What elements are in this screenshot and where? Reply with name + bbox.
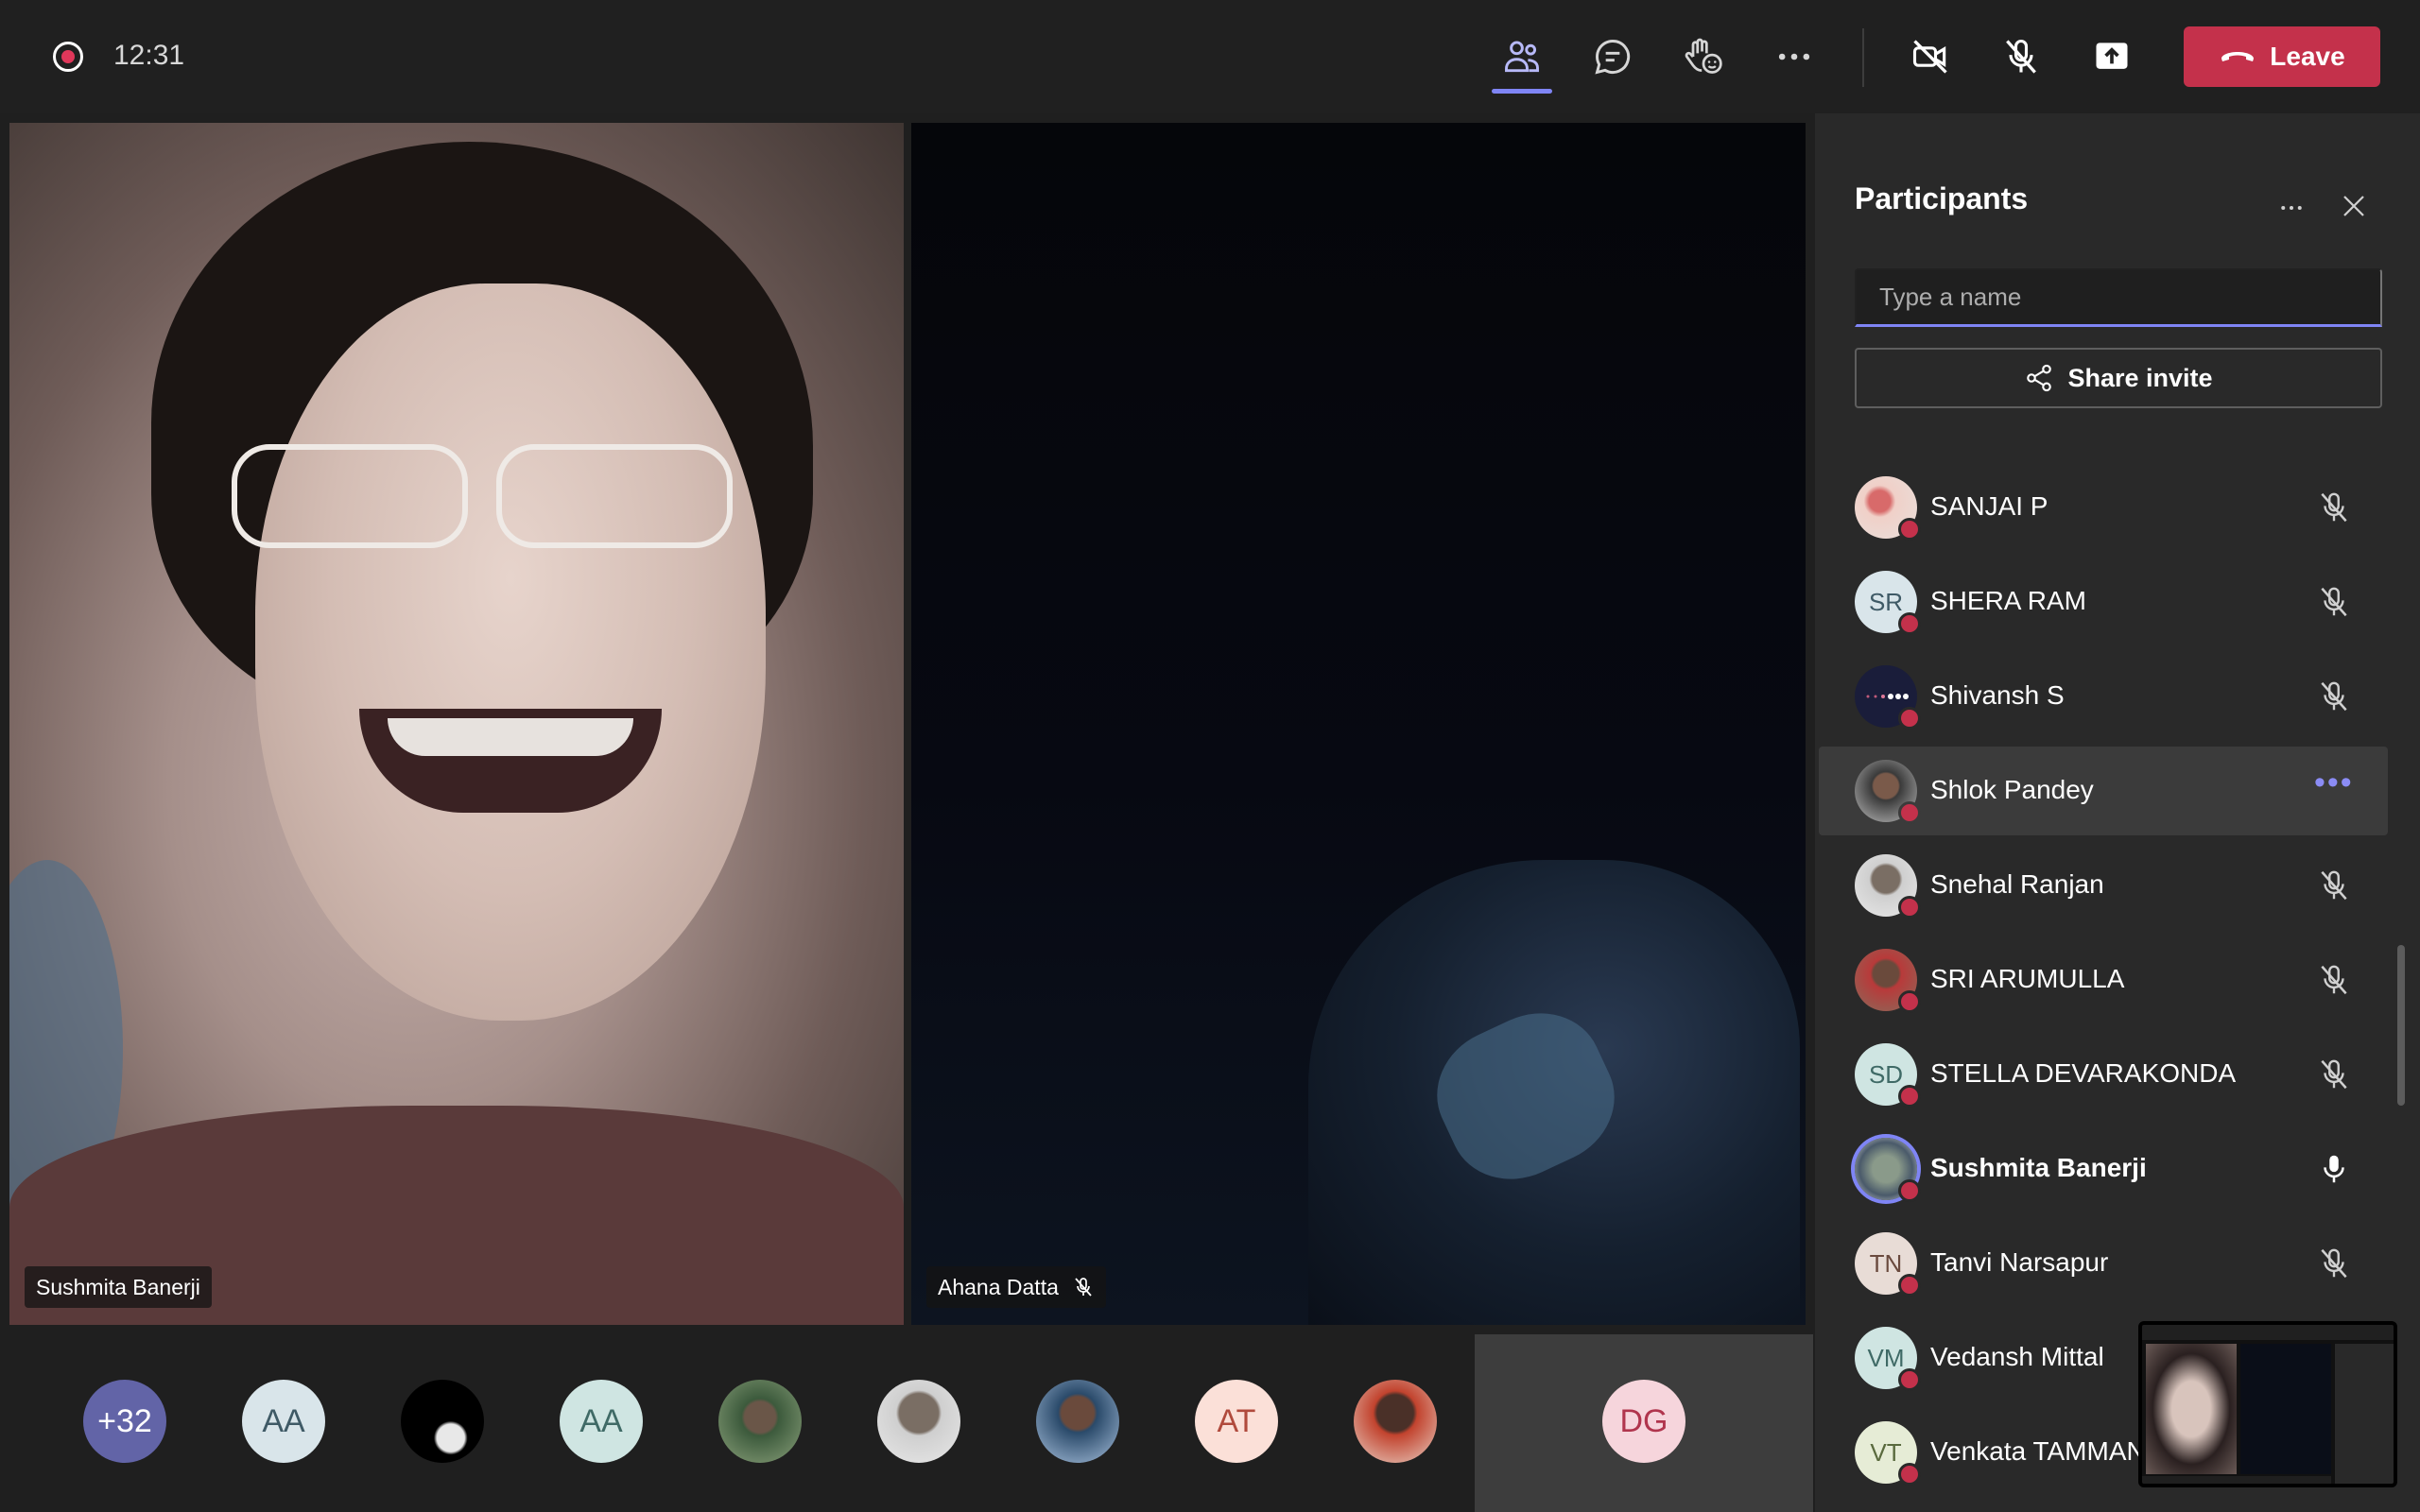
self-view-preview[interactable]: [2138, 1321, 2397, 1487]
avatar-initials[interactable]: AT: [1195, 1380, 1278, 1463]
video-name: Ahana Datta: [938, 1274, 1059, 1299]
video-name: Sushmita Banerji: [36, 1274, 200, 1299]
avatar-photo[interactable]: [718, 1380, 802, 1463]
participant-name: Sushmita Banerji: [1930, 1153, 2147, 1182]
glasses-right: [496, 444, 733, 548]
mini-topbar: [2142, 1325, 2394, 1340]
participant-name: Vedansh Mittal: [1930, 1342, 2104, 1371]
participant-name: SHERA RAM: [1930, 586, 2086, 615]
participant-name: Shivansh S: [1930, 680, 2065, 710]
avatar-initials[interactable]: AA: [560, 1380, 643, 1463]
leave-button[interactable]: Leave: [2184, 26, 2380, 87]
more-horizontal-icon: [1778, 53, 1810, 60]
status-badge: [1898, 801, 1921, 824]
participant-row[interactable]: TN Tanvi Narsapur: [1819, 1219, 2388, 1308]
participant-search-input[interactable]: [1855, 268, 2382, 327]
leave-label: Leave: [2270, 42, 2345, 71]
mic-off-icon: [2321, 965, 2347, 995]
avatar-photo[interactable]: [1036, 1380, 1119, 1463]
status-badge: [1898, 1085, 1921, 1108]
status-badge: [1898, 896, 1921, 919]
mini-video-1: [2146, 1344, 2237, 1474]
participants-button[interactable]: [1492, 28, 1552, 85]
mini-video-2: [2240, 1344, 2331, 1474]
participant-name: Venkata TAMMAN: [1930, 1436, 2146, 1466]
mic-off-icon: [2321, 1059, 2347, 1090]
people-icon: [1505, 41, 1539, 73]
participant-row[interactable]: Snehal Ranjan: [1819, 841, 2388, 930]
mic-off-icon: [2006, 39, 2036, 74]
participant-row[interactable]: SR SHERA RAM: [1819, 558, 2388, 646]
overflow-count-avatar[interactable]: +32: [83, 1380, 166, 1463]
participant-row[interactable]: SANJAI P: [1819, 463, 2388, 552]
mic-on-icon: [2324, 1155, 2344, 1183]
video-name-tag: Ahana Datta: [926, 1266, 1106, 1308]
status-badge: [1898, 1463, 1921, 1486]
panel-title: Participants: [1855, 181, 2029, 215]
close-icon: [2343, 196, 2364, 216]
toolbar-separator: [1862, 28, 1864, 87]
phone-hangup-icon: [2221, 52, 2255, 61]
video-teeth: [388, 718, 633, 756]
mic-off-icon: [2321, 681, 2347, 712]
chat-icon: [1595, 40, 1631, 75]
recording-icon: [53, 42, 83, 72]
mic-off-icon: [2321, 492, 2347, 523]
close-panel-button[interactable]: [2333, 185, 2375, 227]
video-tile-sushmita[interactable]: [9, 123, 904, 1325]
mic-off-icon: [2321, 870, 2347, 901]
share-invite-button[interactable]: Share invite: [1855, 348, 2382, 408]
chat-button[interactable]: [1582, 28, 1643, 85]
react-raise-hand-button[interactable]: [1673, 28, 1734, 85]
share-screen-icon: [2096, 43, 2128, 69]
mic-toggle-button[interactable]: [1991, 28, 2051, 85]
participant-name: Tanvi Narsapur: [1930, 1247, 2109, 1277]
participant-name: Snehal Ranjan: [1930, 869, 2104, 899]
mini-strip: [2142, 1476, 2331, 1484]
status-badge: [1898, 990, 1921, 1013]
status-badge: [1898, 1368, 1921, 1391]
camera-toggle-button[interactable]: [1900, 28, 1961, 85]
active-tab-indicator: [1492, 89, 1552, 94]
participant-row[interactable]: Shlok Pandey •••: [1819, 747, 2388, 835]
avatar-initials[interactable]: DG: [1602, 1380, 1685, 1463]
glasses-left: [232, 444, 468, 548]
top-bar: [0, 0, 2420, 113]
avatar-photo[interactable]: [1354, 1380, 1437, 1463]
video-tile-ahana[interactable]: [911, 123, 1806, 1325]
participant-row[interactable]: SD STELLA DEVARAKONDA: [1819, 1030, 2388, 1119]
participant-name: STELLA DEVARAKONDA: [1930, 1058, 2237, 1088]
meeting-timer: 12:31: [113, 40, 185, 71]
participant-name: Shlok Pandey: [1930, 775, 2094, 804]
participant-row[interactable]: SRI ARUMULLA: [1819, 936, 2388, 1024]
participant-row[interactable]: Sushmita Banerji: [1819, 1125, 2388, 1213]
mic-off-icon: [2321, 1248, 2347, 1279]
video-face: [255, 284, 766, 1021]
more-actions-button[interactable]: [1764, 28, 1824, 85]
mini-panel: [2335, 1344, 2394, 1484]
participant-more-icon[interactable]: •••: [2314, 766, 2352, 807]
status-badge: [1898, 612, 1921, 635]
mic-off-icon: [2321, 587, 2347, 617]
share-screen-button[interactable]: [2082, 28, 2142, 85]
video-name-tag: Sushmita Banerji: [25, 1266, 212, 1308]
status-badge: [1898, 518, 1921, 541]
avatar-moon-photo[interactable]: [401, 1380, 484, 1463]
participant-name: SRI ARUMULLA: [1930, 964, 2125, 993]
panel-more-icon[interactable]: [2273, 189, 2310, 227]
share-invite-label: Share invite: [2067, 363, 2213, 392]
avatar-photo[interactable]: [877, 1380, 960, 1463]
status-badge: [1898, 1179, 1921, 1202]
share-icon: [2027, 364, 2052, 392]
camera-off-icon: [1912, 40, 1947, 74]
mic-off-icon: [1075, 1278, 1092, 1297]
participant-row[interactable]: Shivansh S: [1819, 652, 2388, 741]
participant-name: SANJAI P: [1930, 491, 2048, 521]
avatar-initials[interactable]: AA: [242, 1380, 325, 1463]
status-badge: [1898, 1274, 1921, 1297]
panel-scrollbar[interactable]: [2397, 945, 2405, 1106]
hand-emoji-icon: [1685, 38, 1722, 74]
status-badge: [1898, 707, 1921, 730]
